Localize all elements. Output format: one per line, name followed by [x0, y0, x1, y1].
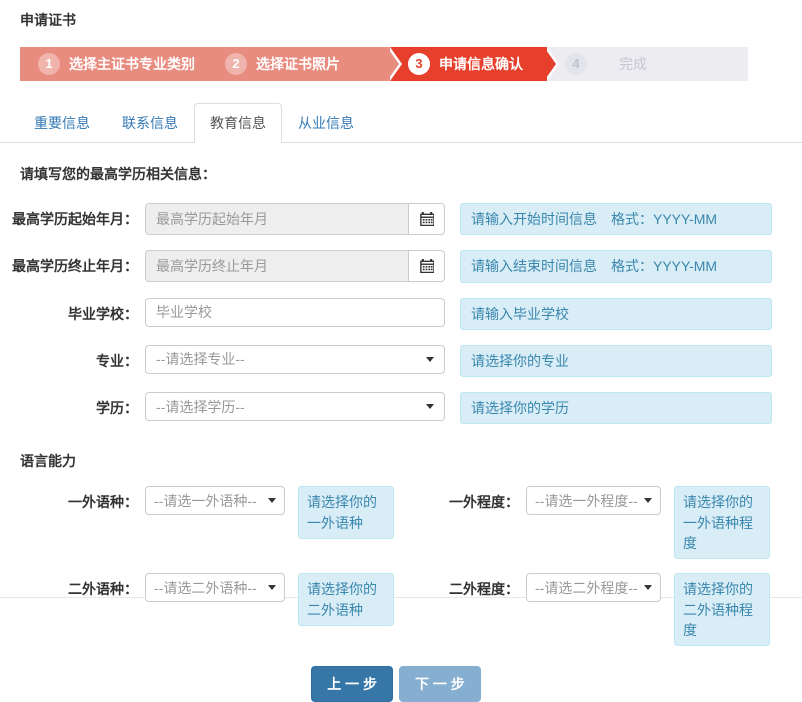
degree-hint: 请选择你的学历 [460, 392, 772, 424]
lang2-select[interactable]: --请选二外语种-- [145, 573, 285, 602]
start-date-calendar-button[interactable] [409, 203, 445, 235]
major-selected-value: --请选择专业-- [156, 349, 420, 369]
wizard-step-1: 1 选择主证书专业类别 [20, 47, 207, 81]
lang1-select[interactable]: --请选一外语种-- [145, 486, 285, 515]
level1-label: 一外程度： [419, 486, 519, 512]
level1-selected-value: --请选一外程度-- [535, 491, 638, 511]
major-hint: 请选择你的专业 [460, 345, 772, 377]
chevron-down-icon [644, 585, 652, 590]
degree-select[interactable]: --请选择学历-- [145, 392, 445, 421]
level2-hint: 请选择你的二外语种程度 [674, 573, 770, 646]
form-row-language-2: 二外语种： --请选二外语种-- 请选择你的二外语种 二外程度： --请选二外程… [0, 573, 802, 646]
tab-contact-info[interactable]: 联系信息 [106, 103, 194, 143]
form-row-major: 专业： --请选择专业-- 请选择你的专业 [0, 345, 802, 377]
level2-select[interactable]: --请选二外程度-- [526, 573, 661, 602]
end-date-input[interactable] [145, 250, 409, 282]
chevron-down-icon [644, 498, 652, 503]
page-title: 申请证书 [0, 10, 802, 30]
level2-label: 二外程度： [419, 573, 519, 599]
language-section-title: 语言能力 [0, 439, 802, 471]
school-label: 毕业学校： [0, 298, 138, 324]
form-row-school: 毕业学校： 请输入毕业学校 [0, 298, 802, 330]
wizard-step-4: 4 完成 [547, 47, 748, 81]
degree-selected-value: --请选择学历-- [156, 397, 420, 417]
end-date-hint: 请输入结束时间信息 格式：YYYY-MM [460, 250, 772, 282]
wizard-step-3-current: 3 申请信息确认 [390, 47, 547, 81]
major-select[interactable]: --请选择专业-- [145, 345, 445, 374]
education-section-title: 请填写您的最高学历相关信息： [0, 143, 802, 184]
level1-select[interactable]: --请选一外程度-- [526, 486, 661, 515]
step-number-badge: 4 [565, 53, 587, 75]
step-wizard: 1 选择主证书专业类别 2 选择证书照片 3 申请信息确认 4 完成 [20, 47, 748, 81]
calendar-icon [420, 259, 434, 273]
chevron-down-icon [426, 404, 434, 409]
lang2-label: 二外语种： [0, 573, 138, 599]
step-label: 申请信息确认 [439, 54, 523, 74]
end-date-label: 最高学历终止年月： [0, 250, 138, 276]
previous-step-button[interactable]: 上 一 步 [311, 666, 393, 702]
form-row-end-date: 最高学历终止年月： 请输入结束时间信息 格式：YYYY-MM [0, 250, 802, 282]
next-step-button[interactable]: 下 一 步 [399, 666, 481, 702]
info-tabs: 重要信息 联系信息 教育信息 从业信息 [0, 103, 802, 143]
level1-hint: 请选择你的一外语种程度 [674, 486, 770, 559]
certificate-application-page: 申请证书 1 选择主证书专业类别 2 选择证书照片 3 申请信息确认 4 完成 … [0, 0, 802, 598]
major-label: 专业： [0, 345, 138, 371]
form-row-degree: 学历： --请选择学历-- 请选择你的学历 [0, 392, 802, 424]
chevron-down-icon [268, 585, 276, 590]
lang1-label: 一外语种： [0, 486, 138, 512]
tab-employment-info[interactable]: 从业信息 [282, 103, 370, 143]
step-number-badge: 2 [225, 53, 247, 75]
lang1-hint: 请选择你的一外语种 [298, 486, 394, 539]
step-label: 完成 [619, 54, 647, 74]
start-date-label: 最高学历起始年月： [0, 203, 138, 229]
chevron-down-icon [426, 357, 434, 362]
form-row-language-1: 一外语种： --请选一外语种-- 请选择你的一外语种 一外程度： --请选一外程… [0, 486, 802, 559]
degree-label: 学历： [0, 392, 138, 418]
wizard-step-2: 2 选择证书照片 [207, 47, 390, 81]
calendar-icon [420, 212, 434, 226]
start-date-hint: 请输入开始时间信息 格式：YYYY-MM [460, 203, 772, 235]
tab-education-info[interactable]: 教育信息 [194, 103, 282, 143]
chevron-down-icon [268, 498, 276, 503]
step-number-badge: 3 [408, 53, 430, 75]
level2-selected-value: --请选二外程度-- [535, 578, 638, 598]
start-date-input[interactable] [145, 203, 409, 235]
school-input[interactable] [145, 298, 445, 327]
form-row-start-date: 最高学历起始年月： 请输入开始时间信息 格式：YYYY-MM [0, 203, 802, 235]
step-label: 选择证书照片 [256, 54, 340, 74]
lang2-selected-value: --请选二外语种-- [154, 578, 262, 598]
lang2-hint: 请选择你的二外语种 [298, 573, 394, 626]
school-hint: 请输入毕业学校 [460, 298, 772, 330]
lang1-selected-value: --请选一外语种-- [154, 491, 262, 511]
step-label: 选择主证书专业类别 [69, 54, 195, 74]
form-actions: 上 一 步 下 一 步 [0, 666, 802, 702]
tab-important-info[interactable]: 重要信息 [18, 103, 106, 143]
step-number-badge: 1 [38, 53, 60, 75]
end-date-calendar-button[interactable] [409, 250, 445, 282]
